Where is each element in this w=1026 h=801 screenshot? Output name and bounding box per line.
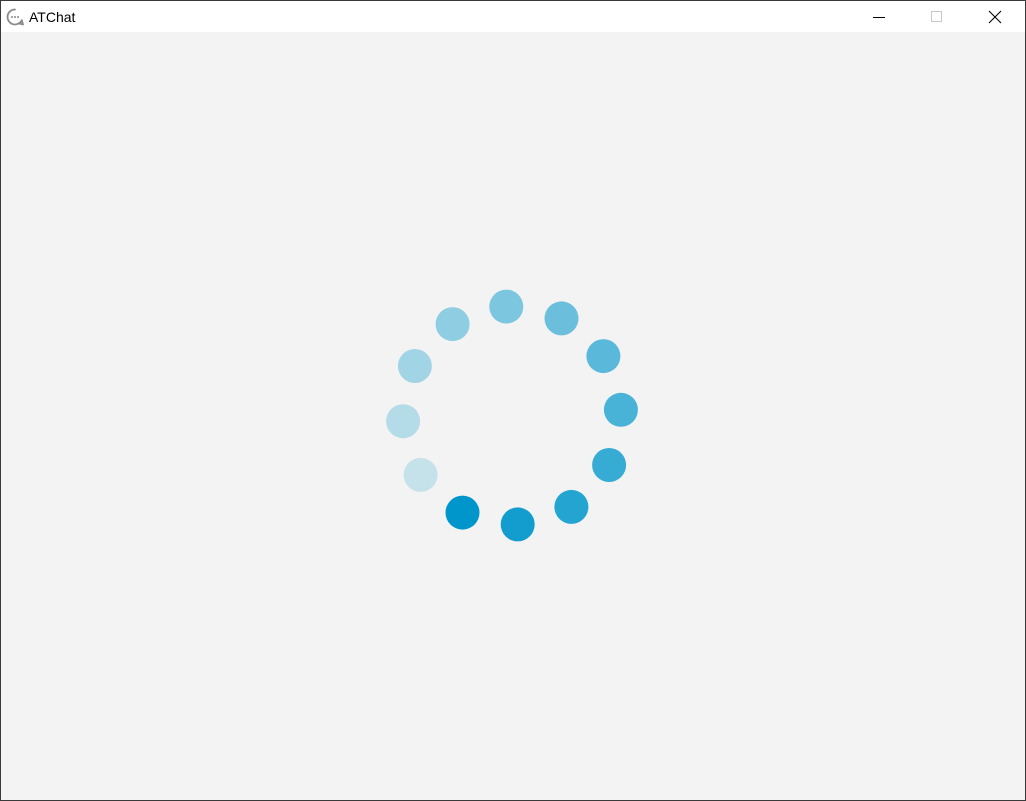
spinner-dot bbox=[397, 349, 432, 383]
spinner-dot bbox=[386, 404, 421, 439]
maximize-icon bbox=[931, 10, 942, 22]
spinner-dot bbox=[586, 339, 621, 374]
spinner-dot bbox=[544, 301, 579, 336]
title-bar[interactable]: ATChat bbox=[1, 1, 1025, 32]
main-content bbox=[1, 32, 1025, 800]
spinner-dot bbox=[403, 457, 438, 492]
loading-spinner-icon bbox=[386, 289, 638, 542]
minimize-button[interactable] bbox=[850, 1, 908, 32]
spinner-dot bbox=[603, 392, 638, 427]
window-title: ATChat bbox=[29, 9, 76, 25]
app-window: ATChat bbox=[0, 0, 1026, 801]
spinner-dot bbox=[489, 289, 524, 324]
close-icon bbox=[988, 10, 1002, 23]
spinner-dot bbox=[435, 307, 470, 342]
maximize-button[interactable] bbox=[908, 1, 966, 32]
chat-bubble-icon bbox=[6, 8, 24, 26]
minimize-icon bbox=[873, 16, 885, 18]
spinner-dot bbox=[592, 448, 627, 482]
close-button[interactable] bbox=[966, 1, 1024, 32]
spinner-dot bbox=[554, 489, 589, 524]
spinner-dot bbox=[500, 507, 535, 542]
spinner-dot bbox=[445, 495, 480, 530]
